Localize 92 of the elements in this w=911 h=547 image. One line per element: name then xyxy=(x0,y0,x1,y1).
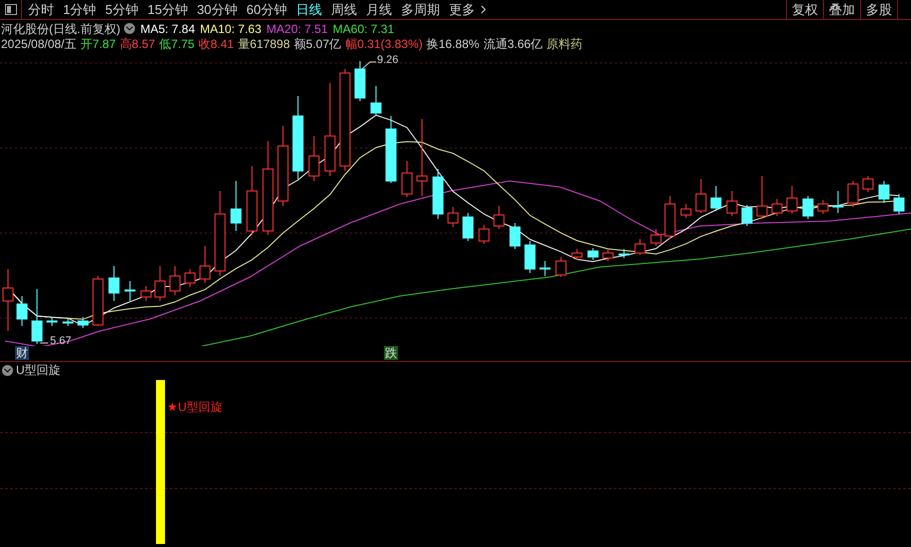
moving-average-value: MA60: 7.31 xyxy=(332,20,394,38)
candlestick xyxy=(510,222,520,250)
candlestick xyxy=(78,316,88,328)
quote-value: 原料药 xyxy=(546,36,583,52)
candlestick xyxy=(878,180,890,204)
candlestick xyxy=(170,266,180,296)
moving-average-value: MA20: 7.51 xyxy=(266,20,328,38)
candlestick xyxy=(494,206,504,230)
period-tab[interactable]: 月线 xyxy=(366,0,392,20)
candlestick xyxy=(556,256,566,278)
period-tab[interactable]: 多周期 xyxy=(400,0,440,20)
quote-value: 换16.88% xyxy=(426,36,480,52)
candlestick xyxy=(742,204,752,226)
candlestick xyxy=(726,190,738,216)
candlestick xyxy=(184,268,196,288)
candlestick xyxy=(540,260,550,276)
period-tab[interactable]: 更多 xyxy=(448,0,475,20)
stock-name: 河化股份(日线.前复权) xyxy=(1,20,120,38)
leader-line xyxy=(362,62,376,70)
toolbar-button[interactable]: 多股 xyxy=(860,0,897,19)
candlestick xyxy=(124,280,136,302)
quote-value: 额5.07亿 xyxy=(294,36,342,52)
candlestick xyxy=(680,204,692,218)
candlestick xyxy=(230,180,242,232)
candlestick xyxy=(448,206,458,228)
candlestick xyxy=(802,196,814,220)
candlestick xyxy=(16,296,28,326)
quote-value: 量617898 xyxy=(238,36,290,52)
candlestick xyxy=(62,318,74,326)
indicator-title: U型回旋 xyxy=(16,362,61,379)
quote-value: 高8.57 xyxy=(120,36,156,52)
dropdown-icon[interactable] xyxy=(124,23,136,34)
period-tab[interactable]: 日线 xyxy=(296,0,322,20)
moving-average-value: MA5: 7.84 xyxy=(140,20,196,38)
candlestick xyxy=(524,240,536,274)
candlestick xyxy=(634,238,646,256)
candlestick xyxy=(710,186,722,212)
candlestick xyxy=(370,86,382,116)
candlestick xyxy=(354,60,366,102)
period-tab[interactable]: 分时 xyxy=(28,0,54,20)
candlestick xyxy=(848,180,858,208)
quote-value: 收8.41 xyxy=(198,36,234,52)
candlestick xyxy=(2,268,14,332)
candlestick xyxy=(756,176,768,220)
quote-value: 幅0.31(3.83%) xyxy=(345,36,423,52)
event-marker[interactable]: 财 xyxy=(15,346,29,360)
quote-value: 流通3.66亿 xyxy=(483,36,543,52)
candlestick xyxy=(154,266,166,302)
quote-value: 低7.75 xyxy=(159,36,194,52)
candlestick xyxy=(246,166,258,236)
leader-line xyxy=(40,342,48,344)
candlestick xyxy=(432,168,444,220)
toolbar-button[interactable]: 复权 xyxy=(786,0,823,19)
candlestick xyxy=(618,248,630,258)
signal-label: ★U型回旋 xyxy=(167,399,223,416)
candlestick xyxy=(696,178,706,214)
candlestick xyxy=(602,248,614,262)
candlestick xyxy=(894,194,904,214)
period-tab[interactable]: 周线 xyxy=(330,0,357,20)
candlestick xyxy=(664,196,676,240)
candlestick xyxy=(308,136,320,182)
period-tab[interactable]: 5分钟 xyxy=(105,0,138,20)
candlestick xyxy=(588,248,598,260)
candlestick xyxy=(108,266,120,302)
candlestick xyxy=(402,160,412,198)
candlestick xyxy=(462,212,474,242)
candlestick xyxy=(650,228,662,246)
candlestick xyxy=(32,288,42,344)
candlestick xyxy=(478,224,490,244)
candlestick xyxy=(140,286,152,302)
candlestick xyxy=(46,316,58,326)
event-marker[interactable]: 跌 xyxy=(384,346,398,360)
collapse-icon[interactable] xyxy=(2,364,13,376)
period-tab[interactable]: 30分钟 xyxy=(196,0,238,20)
candlestick xyxy=(572,248,582,260)
period-tab[interactable]: 1分钟 xyxy=(63,0,96,20)
candlestick xyxy=(818,200,828,214)
quote-value: 开7.87 xyxy=(80,36,116,52)
candlestick xyxy=(772,198,782,216)
panel-toggle-icon[interactable] xyxy=(4,4,16,15)
period-tab[interactable]: 15分钟 xyxy=(147,0,188,20)
candlestick xyxy=(862,176,874,192)
candlestick xyxy=(832,190,844,214)
toolbar-button[interactable]: 叠加 xyxy=(823,0,860,19)
quote-value: 2025/08/08/五 xyxy=(1,36,76,52)
period-tab[interactable]: 60分钟 xyxy=(246,0,287,20)
candlestick xyxy=(92,276,104,326)
moving-average-value: MA10: 7.63 xyxy=(200,20,262,38)
candlestick xyxy=(200,246,210,284)
high-price-label: 9.26 xyxy=(377,55,398,66)
candlestick xyxy=(786,186,798,214)
candlestick xyxy=(386,116,396,184)
